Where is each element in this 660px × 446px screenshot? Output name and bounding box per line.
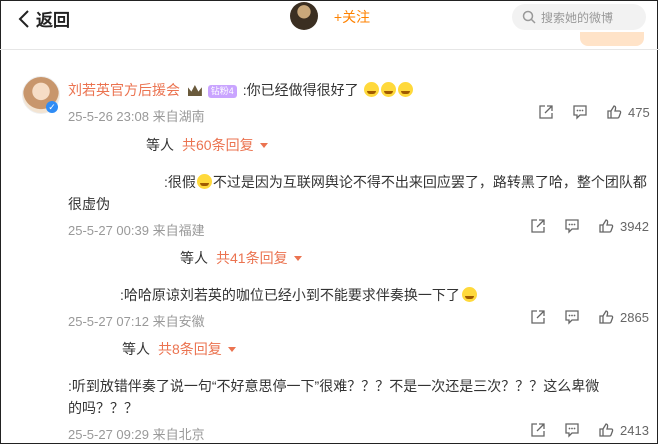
replies-prefix: 等人 <box>146 137 174 153</box>
header-accent-bar <box>580 32 644 46</box>
comment-1-body: :你已经做得很好了 <box>242 82 359 98</box>
search-icon <box>522 10 536 24</box>
comment-1-actions: 475 <box>538 104 650 120</box>
reply-count-link[interactable]: 共41条回复 <box>216 250 288 266</box>
share-icon[interactable] <box>530 422 546 438</box>
replies-prefix: 等人 <box>122 341 150 357</box>
divider <box>0 49 660 50</box>
replies-prefix: 等人 <box>180 250 208 266</box>
like-icon[interactable] <box>598 309 614 325</box>
caret-down-icon <box>293 256 302 261</box>
back-label: 返回 <box>36 11 70 30</box>
comment-3-text: :哈哈原谅刘若英的咖位已经小到不能要求伴奏换一下了 <box>120 284 477 306</box>
username-link[interactable]: 刘若英官方后援会 <box>68 82 180 98</box>
emoji-icon <box>364 82 380 97</box>
search-box[interactable]: 搜索她的微博 <box>512 4 646 30</box>
reply-count-link[interactable]: 共60条回复 <box>182 137 254 153</box>
comment-2-text: :很假 不过是因为互联网舆论不得不出来回应罢了，路转黑了哈，整个团队都 <box>164 171 647 193</box>
comment-1-replies[interactable]: 等人 共60条回复 <box>146 135 268 155</box>
comment-2-meta: 25-5-27 00:39 来自福建 <box>68 223 205 238</box>
comment-icon[interactable] <box>572 104 588 120</box>
profile-avatar[interactable] <box>290 2 318 30</box>
share-icon[interactable] <box>530 218 546 234</box>
comment-3-replies[interactable]: 等人 共8条回复 <box>122 339 236 359</box>
emoji-icon <box>196 174 212 189</box>
like-icon[interactable] <box>598 422 614 438</box>
comment-4-text: :听到放错伴奏了说一句“不好意思停一下”很难？？？不是一次还是三次？？？这么卑微 <box>68 378 600 394</box>
follow-button[interactable]: +关注 <box>326 4 378 30</box>
emoji-icon <box>381 82 397 97</box>
like-count: 2865 <box>620 309 649 325</box>
comment-1-text: 刘若英官方后援会 钻粉4 :你已经做得很好了 <box>68 80 414 100</box>
comment-3-actions: 2865 <box>530 309 649 325</box>
like-count: 2413 <box>620 422 649 438</box>
like-count: 475 <box>628 104 650 120</box>
share-icon[interactable] <box>538 104 554 120</box>
comment-icon[interactable] <box>564 309 580 325</box>
back-button[interactable]: 返回 <box>18 6 70 31</box>
comment-4-text-line2: 的吗？？？ <box>68 400 138 416</box>
search-input[interactable]: 搜索她的微博 <box>541 9 613 26</box>
emoji-icon <box>461 287 477 302</box>
verified-icon: ✓ <box>46 101 58 113</box>
crown-icon <box>187 85 202 96</box>
comment-3-meta: 25-5-27 07:12 来自安徽 <box>68 314 205 329</box>
like-count: 3942 <box>620 218 649 234</box>
comment-4-meta: 25-5-27 09:29 来自北京 <box>68 427 205 442</box>
chevron-left-icon <box>18 9 29 28</box>
comment-2-actions: 3942 <box>530 218 649 234</box>
comment-2-replies[interactable]: 等人 共41条回复 <box>180 248 302 268</box>
comment-icon[interactable] <box>564 218 580 234</box>
comment-4-actions: 2413 <box>530 422 649 438</box>
emoji-icon <box>398 82 414 97</box>
comment-2-body-a: :很假 <box>164 174 196 190</box>
comment-2-text-line2: 很虚伪 <box>68 196 110 212</box>
comment-icon[interactable] <box>564 422 580 438</box>
comment-2-body-b: 不过是因为互联网舆论不得不出来回应罢了，路转黑了哈，整个团队都 <box>212 174 647 190</box>
like-icon[interactable] <box>606 104 622 120</box>
caret-down-icon <box>259 143 268 148</box>
caret-down-icon <box>227 347 236 352</box>
comment-1-meta: 25-5-26 23:08 来自湖南 <box>68 109 205 124</box>
like-icon[interactable] <box>598 218 614 234</box>
reply-count-link[interactable]: 共8条回复 <box>158 341 222 357</box>
share-icon[interactable] <box>530 309 546 325</box>
fan-badge[interactable]: 钻粉4 <box>207 85 237 98</box>
top-bar: 返回 +关注 搜索她的微博 <box>0 0 660 46</box>
comment-3-body: :哈哈原谅刘若英的咖位已经小到不能要求伴奏换一下了 <box>120 287 460 303</box>
